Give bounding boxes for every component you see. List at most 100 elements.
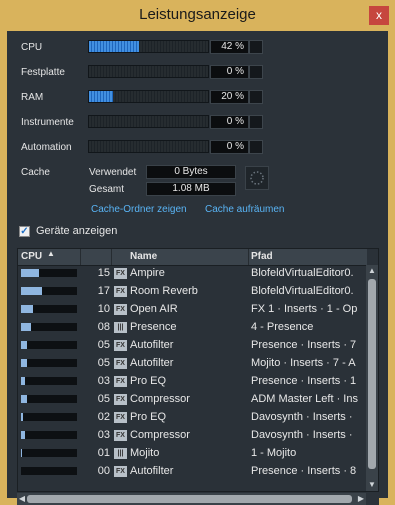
table-row[interactable]: 05 FX Autofilter Presence · Inserts · 7: [18, 337, 367, 355]
disk-peak-indicator[interactable]: [249, 65, 263, 79]
fx-icon: FX: [114, 376, 127, 387]
cpu-usage-bar: [21, 287, 77, 295]
row-path: FX 1 · Inserts · 1 - Op: [251, 303, 358, 315]
automation-value: 0 %: [210, 140, 249, 154]
row-path: Presence · Inserts · 7: [251, 339, 357, 351]
instruments-meter: [88, 115, 209, 128]
cpu-usage-bar: [21, 467, 77, 475]
fx-icon: FX: [114, 466, 127, 477]
cpu-usage-bar: [21, 413, 77, 421]
row-name: Autofilter: [130, 357, 174, 369]
cpu-meter: [88, 40, 209, 53]
show-devices-label[interactable]: Geräte anzeigen: [36, 225, 117, 237]
sort-ascending-icon: ▲: [47, 249, 55, 258]
vertical-scroll-thumb[interactable]: [368, 279, 376, 469]
cpu-usage-bar: [21, 377, 77, 385]
fx-icon: FX: [114, 394, 127, 405]
scroll-left-icon[interactable]: ◀: [17, 493, 27, 505]
fx-icon: FX: [114, 340, 127, 351]
clean-cache-link[interactable]: Cache aufräumen: [205, 204, 285, 215]
cache-activity-button[interactable]: [245, 166, 269, 190]
window-title: Leistungsanzeige: [139, 6, 256, 23]
table-row[interactable]: 05 FX Compressor ADM Master Left · Ins: [18, 391, 367, 409]
row-name: Presence: [130, 321, 177, 333]
show-cache-folder-link[interactable]: Cache-Ordner zeigen: [91, 204, 187, 215]
instrument-icon: |||: [114, 448, 127, 459]
row-path: ADM Master Left · Ins: [251, 393, 358, 405]
cpu-usage-bar: [21, 323, 77, 331]
row-path: Mojito · Inserts · 7 - A: [251, 357, 356, 369]
client-area: CPU 42 % Festplatte 0 % RAM 20 % Instrum…: [7, 31, 388, 505]
horizontal-scrollbar[interactable]: ◀ ▶: [17, 493, 366, 505]
disk-label: Festplatte: [21, 67, 65, 78]
row-name: Open AIR: [130, 303, 178, 315]
row-cpu-number: 03: [97, 375, 110, 387]
table-row[interactable]: 17 FX Room Reverb BlofeldVirtualEditor0.: [18, 283, 367, 301]
table-row[interactable]: 03 FX Compressor Davosynth · Inserts ·: [18, 427, 367, 445]
row-path: 4 - Presence: [251, 321, 314, 333]
cache-total-label: Gesamt: [89, 184, 125, 195]
cpu-usage-bar: [21, 305, 77, 313]
fx-icon: FX: [114, 304, 127, 315]
row-path: BlofeldVirtualEditor0.: [251, 267, 354, 279]
table-row[interactable]: 02 FX Pro EQ Davosynth · Inserts ·: [18, 409, 367, 427]
column-header-name[interactable]: Name: [130, 251, 157, 262]
horizontal-scroll-thumb[interactable]: [27, 495, 352, 503]
instruments-peak-indicator[interactable]: [249, 115, 263, 129]
fx-icon: FX: [114, 268, 127, 279]
row-path: Presence · Inserts · 1: [251, 375, 357, 387]
performance-window: Leistungsanzeige x CPU 42 % Festplatte 0…: [0, 0, 395, 505]
row-cpu-number: 08: [97, 321, 110, 333]
cpu-label: CPU: [21, 42, 43, 53]
row-cpu-number: 05: [97, 393, 110, 405]
row-name: Compressor: [130, 429, 190, 441]
cpu-usage-bar: [21, 359, 77, 367]
disk-value: 0 %: [210, 65, 249, 79]
row-path: Davosynth · Inserts ·: [251, 429, 353, 441]
table-header: CPU ▲ Name Pfad: [18, 249, 367, 266]
table-row[interactable]: 00 FX Autofilter Presence · Inserts · 8: [18, 463, 367, 481]
ram-label: RAM: [21, 92, 44, 103]
scroll-down-icon[interactable]: ▼: [366, 479, 378, 491]
row-name: Autofilter: [130, 465, 174, 477]
column-header-cpu[interactable]: CPU: [21, 251, 42, 262]
table-row[interactable]: 08 ||| Presence 4 - Presence: [18, 319, 367, 337]
cpu-usage-bar: [21, 341, 77, 349]
show-devices-checkbox[interactable]: ✓: [19, 226, 30, 237]
row-cpu-number: 05: [97, 357, 110, 369]
row-name: Pro EQ: [130, 411, 167, 423]
table-row[interactable]: 01 ||| Mojito 1 - Mojito: [18, 445, 367, 463]
cache-total-value: 1.08 MB: [146, 182, 236, 196]
automation-label: Automation: [21, 142, 72, 153]
cache-used-label: Verwendet: [89, 167, 137, 178]
scroll-right-icon[interactable]: ▶: [356, 493, 366, 505]
table-row[interactable]: 10 FX Open AIR FX 1 · Inserts · 1 - Op: [18, 301, 367, 319]
cpu-usage-bar: [21, 395, 77, 403]
instrument-icon: |||: [114, 322, 127, 333]
row-path: Davosynth · Inserts ·: [251, 411, 353, 423]
ram-peak-indicator[interactable]: [249, 90, 263, 104]
table-row[interactable]: 05 FX Autofilter Mojito · Inserts · 7 - A: [18, 355, 367, 373]
row-cpu-number: 10: [97, 303, 110, 315]
row-cpu-number: 01: [97, 447, 110, 459]
row-cpu-number: 02: [97, 411, 110, 423]
row-cpu-number: 05: [97, 339, 110, 351]
ram-meter: [88, 90, 209, 103]
disk-meter: [88, 65, 209, 78]
automation-peak-indicator[interactable]: [249, 140, 263, 154]
close-icon[interactable]: x: [369, 6, 389, 25]
cpu-peak-indicator[interactable]: [249, 40, 263, 54]
row-name: Compressor: [130, 393, 190, 405]
table-row[interactable]: 03 FX Pro EQ Presence · Inserts · 1: [18, 373, 367, 391]
scroll-up-icon[interactable]: ▲: [366, 265, 378, 277]
table-row[interactable]: 15 FX Ampire BlofeldVirtualEditor0.: [18, 265, 367, 283]
instruments-value: 0 %: [210, 115, 249, 129]
vertical-scrollbar[interactable]: ▲ ▼: [366, 265, 378, 491]
column-header-path[interactable]: Pfad: [251, 251, 273, 262]
title-bar[interactable]: Leistungsanzeige x: [0, 0, 395, 31]
fx-icon: FX: [114, 286, 127, 297]
cpu-usage-bar: [21, 269, 77, 277]
spinner-icon: [250, 171, 264, 185]
row-name: Ampire: [130, 267, 165, 279]
cpu-value: 42 %: [210, 40, 249, 54]
